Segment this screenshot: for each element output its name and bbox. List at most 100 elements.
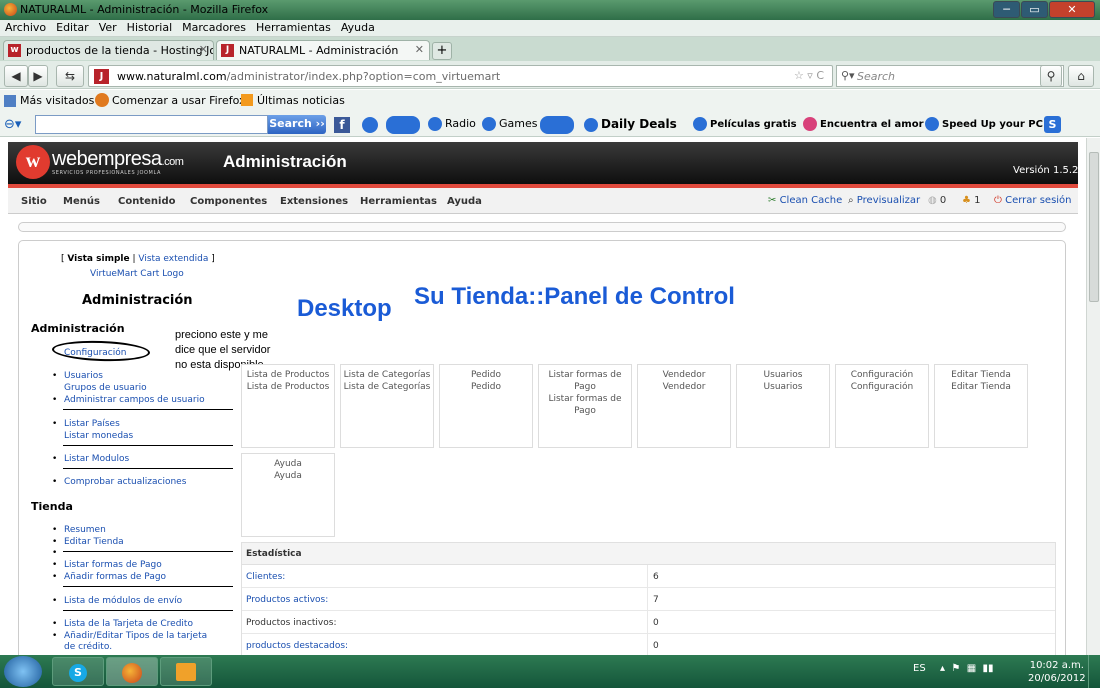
messages-count[interactable]: ◍ 0 [928,195,946,206]
toolbar-encuentra-amor[interactable]: Encuentra el amor [803,117,924,131]
scrollbar-thumb[interactable] [1089,152,1099,302]
view-simple[interactable]: Vista simple [67,254,129,264]
url-field[interactable]: J www.naturalml.com/administrator/index.… [88,65,833,87]
cart-logo-link[interactable]: VirtueMart Cart Logo [90,269,184,279]
bookmark-latest-news[interactable]: Últimas noticias [257,94,345,107]
page-scrollbar[interactable] [1086,138,1100,655]
menu-ayuda[interactable]: Ayuda [336,20,380,34]
menu-herramientas[interactable]: Herramientas [251,20,336,34]
minimize-button[interactable]: ─ [993,1,1020,18]
panel-formas-pago[interactable]: Listar formas de Pago Listar formas de Pa… [538,364,632,448]
toolbar-speed-up[interactable]: Speed Up your PC! [925,117,1047,131]
taskbar-firefox-icon[interactable] [106,657,158,686]
panel-vendedor[interactable]: Vendedor Vendedor [637,364,731,448]
logout-link[interactable]: ⏻ Cerrar sesión [994,195,1072,206]
divider [63,468,233,469]
taskbar: S ES ▴ ⚑ ▦ ▮▮ 10:02 a.m. 20/06/2012 [0,655,1100,688]
menu-bar: Archivo Editar Ver Historial Marcadores Herra… [0,20,1100,37]
home-bookmark-icon[interactable]: ⇆ [56,65,84,87]
toolbar-weather-icon[interactable] [386,116,420,134]
facebook-icon[interactable]: f [334,117,350,133]
jmenu-ayuda[interactable]: Ayuda [447,196,482,207]
forward-button[interactable]: ▶ [28,65,48,87]
menu-ver[interactable]: Ver [94,20,122,34]
taskbar-outlook-icon[interactable] [160,657,212,686]
clear-cache-link[interactable]: ✂ Clean Cache [768,195,842,206]
panel-editar-tienda[interactable]: Editar Tienda Editar Tienda [934,364,1028,448]
show-desktop-button[interactable] [1088,655,1100,688]
deals-icon [584,117,598,132]
start-button[interactable] [4,656,42,687]
new-tab-button[interactable]: + [432,42,452,60]
bookmark-getting-started[interactable]: Comenzar a usar Firefox [112,94,246,107]
bookmark-most-visited[interactable]: Más visitados [20,94,94,107]
site-identity-icon[interactable]: J [94,69,109,84]
sidebar-resumen[interactable]: Resumen [52,525,106,535]
sidebar-monedas[interactable]: Listar monedas [64,431,133,441]
bookmark-star-icon[interactable]: ☆ ▿ C [794,69,824,82]
sidebar-grupos-usuario[interactable]: Grupos de usuario [64,383,147,393]
panel-lista-categorias[interactable]: Lista de Categorías Lista de Categorías [340,364,434,448]
sidebar-usuarios[interactable]: Usuarios [52,371,103,381]
maximize-button[interactable]: ▭ [1021,1,1048,18]
panel-lista-productos[interactable]: Lista de Productos Lista de Productos [241,364,335,448]
jmenu-sitio[interactable]: Sitio [21,196,47,207]
youtube-icon[interactable] [540,116,574,134]
sidebar-campos-usuario[interactable]: Administrar campos de usuario [52,395,205,405]
tray-icons[interactable]: ▴ ⚑ ▦ ▮▮ [940,663,994,674]
jmenu-componentes[interactable]: Componentes [190,196,267,207]
toolbar-peliculas[interactable]: Películas gratis [693,117,797,131]
sidebar-tipos-tarjeta[interactable]: Añadir/Editar Tipos de la tarjeta de cré… [52,631,214,653]
divider [63,551,233,552]
menu-editar[interactable]: Editar [51,20,94,34]
toolbar-games[interactable]: Games [482,117,537,131]
tab-naturalml[interactable]: J NATURALML - Administración ✕ [216,40,430,60]
menu-historial[interactable]: Historial [122,20,177,34]
home-icon[interactable]: ⌂ [1068,65,1094,87]
view-toggle: [ Vista simple | Vista extendida ] [61,254,215,264]
jmenu-herramientas[interactable]: Herramientas [360,196,437,207]
close-tab-icon[interactable]: ✕ [199,43,208,56]
back-button[interactable]: ◀ [4,65,28,87]
page-viewport: w webempresa.com SERVICIOS PROFESIONALES… [0,138,1086,655]
toolbar-round-icon[interactable] [362,117,378,133]
panel-ayuda[interactable]: Ayuda Ayuda [241,453,335,537]
jmenu-extensiones[interactable]: Extensiones [280,196,348,207]
sidebar-editar-tienda[interactable]: Editar Tienda [52,537,124,547]
panel-usuarios[interactable]: Usuarios Usuarios [736,364,830,448]
divider [63,445,233,446]
taskbar-skype-icon[interactable]: S [52,657,104,686]
sidebar-modulos-envio[interactable]: Lista de módulos de envío [52,596,182,606]
sidebar-formas-pago[interactable]: Listar formas de Pago [52,560,162,570]
logo-text: webempresa.com [52,148,184,170]
menu-archivo[interactable]: Archivo [0,20,51,34]
panel-pedido[interactable]: Pedido Pedido [439,364,533,448]
users-online-count[interactable]: ♣ 1 [962,195,981,206]
sidebar-paises[interactable]: Listar Países [52,419,120,429]
panel-configuracion[interactable]: Configuración Configuración [835,364,929,448]
search-go-icon[interactable]: ⚲ [1040,65,1062,87]
jmenu-menus[interactable]: Menús [63,196,100,207]
search-engine-icon[interactable]: ⚲▾ [841,69,855,82]
close-window-button[interactable]: ✕ [1049,1,1095,18]
stats-row-destacados: productos destacados: 0 [242,634,1055,655]
preview-link[interactable]: ⌕ Previsualizar [848,195,920,206]
toolbar-daily-deals[interactable]: Daily Deals [584,117,677,132]
search-field[interactable]: ⚲▾ Search [836,65,1064,87]
jmenu-contenido[interactable]: Contenido [118,196,175,207]
toolbar-search-input[interactable] [35,115,268,134]
language-indicator[interactable]: ES [913,663,926,674]
menu-marcadores[interactable]: Marcadores [177,20,251,34]
sidebar-tarjeta-credito[interactable]: Lista de la Tarjeta de Credito [52,619,193,629]
toolbar-logo-icon[interactable]: ⊖▾ [4,117,21,132]
close-tab-icon[interactable]: ✕ [415,43,424,56]
sidebar-actualizaciones[interactable]: Comprobar actualizaciones [52,477,186,487]
tab-hosting[interactable]: w productos de la tienda - Hosting Joo..… [3,40,214,60]
toolbar-s-icon[interactable]: S [1044,116,1061,133]
sidebar-anadir-pago[interactable]: Añadir formas de Pago [52,572,166,582]
clock[interactable]: 10:02 a.m. 20/06/2012 [1028,659,1086,685]
toolbar-search-button[interactable]: Search ›› [268,115,326,134]
view-extended-link[interactable]: Vista extendida [138,254,208,264]
toolbar-radio[interactable]: Radio [428,117,476,131]
sidebar-modulos[interactable]: Listar Modulos [52,454,129,464]
